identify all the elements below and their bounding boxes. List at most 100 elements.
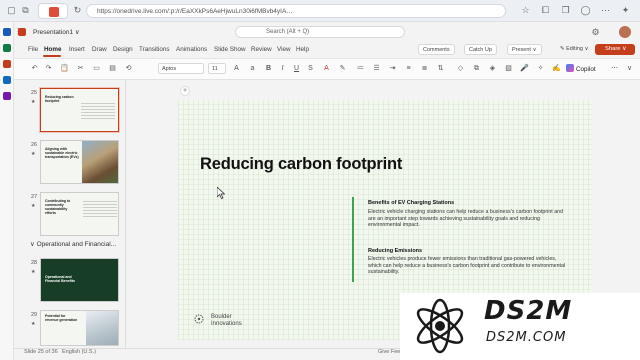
browser-menu-icon[interactable]: ▢ xyxy=(6,5,17,16)
heading-benefits[interactable]: Benefits of EV Charging Stations xyxy=(368,200,454,206)
increase-font-icon[interactable]: A xyxy=(232,64,241,73)
language-indicator[interactable]: English (U.S.) xyxy=(62,349,96,355)
m365-app-rail xyxy=(0,22,14,360)
bold-icon[interactable]: B xyxy=(264,64,273,73)
slide-number-25: 25 xyxy=(31,90,38,96)
search-box[interactable]: Search (Alt + Q) xyxy=(235,26,405,38)
tab-home[interactable]: Home xyxy=(44,46,62,53)
text-direction-icon[interactable]: ⇅ xyxy=(436,64,445,73)
redo-icon[interactable]: ↷ xyxy=(44,64,53,73)
slide-thumbnail-25[interactable]: Reducing carbon footprint xyxy=(40,88,119,132)
editing-mode-button[interactable]: ✎ Editing ∨ xyxy=(556,44,593,55)
slide-thumbnail-29[interactable]: Potential for revenue generation xyxy=(40,310,119,346)
slide-thumbnail-26[interactable]: Aligning with sustainable electric trans… xyxy=(40,140,119,184)
tab-view[interactable]: View xyxy=(277,46,291,53)
slide-number-27: 27 xyxy=(31,194,38,200)
indent-icon[interactable]: ⇥ xyxy=(388,64,397,73)
rewrite-icon[interactable]: ✍ xyxy=(552,64,561,73)
font-color-icon[interactable]: A xyxy=(322,64,331,73)
bullets-icon[interactable]: ≔ xyxy=(356,64,365,73)
shapes-icon[interactable]: ◇ xyxy=(456,64,465,73)
comments-button[interactable]: Comments xyxy=(418,44,455,55)
document-title[interactable]: Presentation1 ∨ xyxy=(33,28,80,36)
slide-number-26: 26 xyxy=(31,142,38,148)
tab-animations[interactable]: Animations xyxy=(176,46,207,53)
decrease-font-icon[interactable]: a xyxy=(248,64,257,73)
copilot-button[interactable]: Copilot xyxy=(566,64,596,73)
thumb-title: Aligning with sustainable electric trans… xyxy=(45,147,79,159)
powerpoint-logo-icon xyxy=(18,28,26,36)
designer-icon[interactable]: ✧ xyxy=(536,64,545,73)
designer-fab-icon[interactable]: ✧ xyxy=(180,86,190,96)
font-name-value: Aptos xyxy=(162,66,177,72)
align-center-icon[interactable]: ≣ xyxy=(420,64,429,73)
highlight-icon[interactable]: ✎ xyxy=(338,64,347,73)
underline-icon[interactable]: U xyxy=(292,64,301,73)
favorite-icon[interactable]: ☆ xyxy=(520,5,531,16)
workspaces-icon[interactable]: ⧉ xyxy=(20,5,31,16)
tab-transitions[interactable]: Transitions xyxy=(139,46,170,53)
shape-fill-icon[interactable]: ▧ xyxy=(504,64,513,73)
address-bar[interactable]: https://onedrive.live.com/:p:/r/EaXXkPs6… xyxy=(86,4,506,18)
new-slide-icon[interactable]: ▭ xyxy=(92,64,101,73)
italic-icon[interactable]: I xyxy=(278,64,287,73)
present-label: Present xyxy=(512,47,531,53)
format-painter-icon[interactable]: ✂ xyxy=(76,64,85,73)
ribbon-tabs xyxy=(14,42,640,58)
thumb-title: Contributing to community sustainability… xyxy=(45,199,71,215)
paragraph-benefits[interactable]: Electric vehicle charging stations can h… xyxy=(368,209,568,229)
present-button[interactable]: Present ∨ xyxy=(507,44,542,55)
strikethrough-icon[interactable]: S xyxy=(306,64,315,73)
tab-design[interactable]: Design xyxy=(113,46,133,53)
tab-review[interactable]: Review xyxy=(251,46,272,53)
arrange-icon[interactable]: ⧉ xyxy=(472,64,481,73)
more-options-icon[interactable]: ⋯ xyxy=(610,64,619,73)
quick-styles-icon[interactable]: ◈ xyxy=(488,64,497,73)
align-left-icon[interactable]: ≡ xyxy=(404,64,413,73)
slide-thumbnail-28[interactable]: Operational and Financial Benefits xyxy=(40,258,119,302)
powerpoint-app-icon[interactable] xyxy=(3,60,11,68)
font-name-select[interactable]: Aptos xyxy=(158,63,204,74)
outlook-app-icon[interactable] xyxy=(3,76,11,84)
edge-copilot-icon[interactable]: ✦ xyxy=(620,5,631,16)
avatar[interactable] xyxy=(619,26,631,38)
tab-slide-show[interactable]: Slide Show xyxy=(214,46,246,53)
onenote-app-icon[interactable] xyxy=(3,92,11,100)
section-header[interactable]: ∨ Operational and Financial... xyxy=(30,240,116,248)
refresh-icon[interactable]: ↻ xyxy=(72,5,83,16)
catchup-label: Catch Up xyxy=(469,47,492,53)
profile-icon[interactable]: ◯ xyxy=(580,5,591,16)
heading-emissions[interactable]: Reducing Emissions xyxy=(368,248,422,254)
settings-icon[interactable]: ⚙ xyxy=(590,27,601,38)
slide-number-29: 29 xyxy=(31,312,38,318)
undo-icon[interactable]: ↶ xyxy=(30,64,39,73)
slide-title[interactable]: Reducing carbon footprint xyxy=(200,155,402,174)
tab-help[interactable]: Help xyxy=(296,46,309,53)
paragraph-emissions[interactable]: Electric vehicles produce fewer emission… xyxy=(368,256,568,276)
excel-app-icon[interactable] xyxy=(3,44,11,52)
reset-icon[interactable]: ⟲ xyxy=(124,64,133,73)
atom-logo-icon xyxy=(416,298,464,354)
collections-icon[interactable]: ❐ xyxy=(560,5,571,16)
slide-thumbnail-27[interactable]: Contributing to community sustainability… xyxy=(40,192,119,236)
star-icon: ★ xyxy=(31,203,36,209)
tab-draw[interactable]: Draw xyxy=(92,46,107,53)
paste-icon[interactable]: 📋 xyxy=(60,64,69,73)
thumb-title: Operational and Financial Benefits xyxy=(45,275,75,283)
layout-icon[interactable]: ▤ xyxy=(108,64,117,73)
share-button[interactable]: Share ∨ xyxy=(595,44,635,55)
boulder-logo-icon xyxy=(194,314,204,324)
thumb-photo xyxy=(82,141,118,183)
catchup-button[interactable]: Catch Up xyxy=(464,44,497,55)
star-icon: ★ xyxy=(31,269,36,275)
more-icon[interactable]: ⋯ xyxy=(600,5,611,16)
font-size-select[interactable]: 11 xyxy=(208,63,226,74)
numbering-icon[interactable]: ☰ xyxy=(372,64,381,73)
tab-file[interactable]: File xyxy=(28,46,38,53)
tab-insert[interactable]: Insert xyxy=(69,46,85,53)
thumb-title: Reducing carbon footprint xyxy=(45,95,74,103)
dictate-icon[interactable]: 🎤 xyxy=(520,64,529,73)
collapse-ribbon-icon[interactable]: ∨ xyxy=(625,64,634,73)
browser-tab[interactable] xyxy=(38,3,68,19)
extensions-icon[interactable]: ⧠ xyxy=(540,5,551,16)
